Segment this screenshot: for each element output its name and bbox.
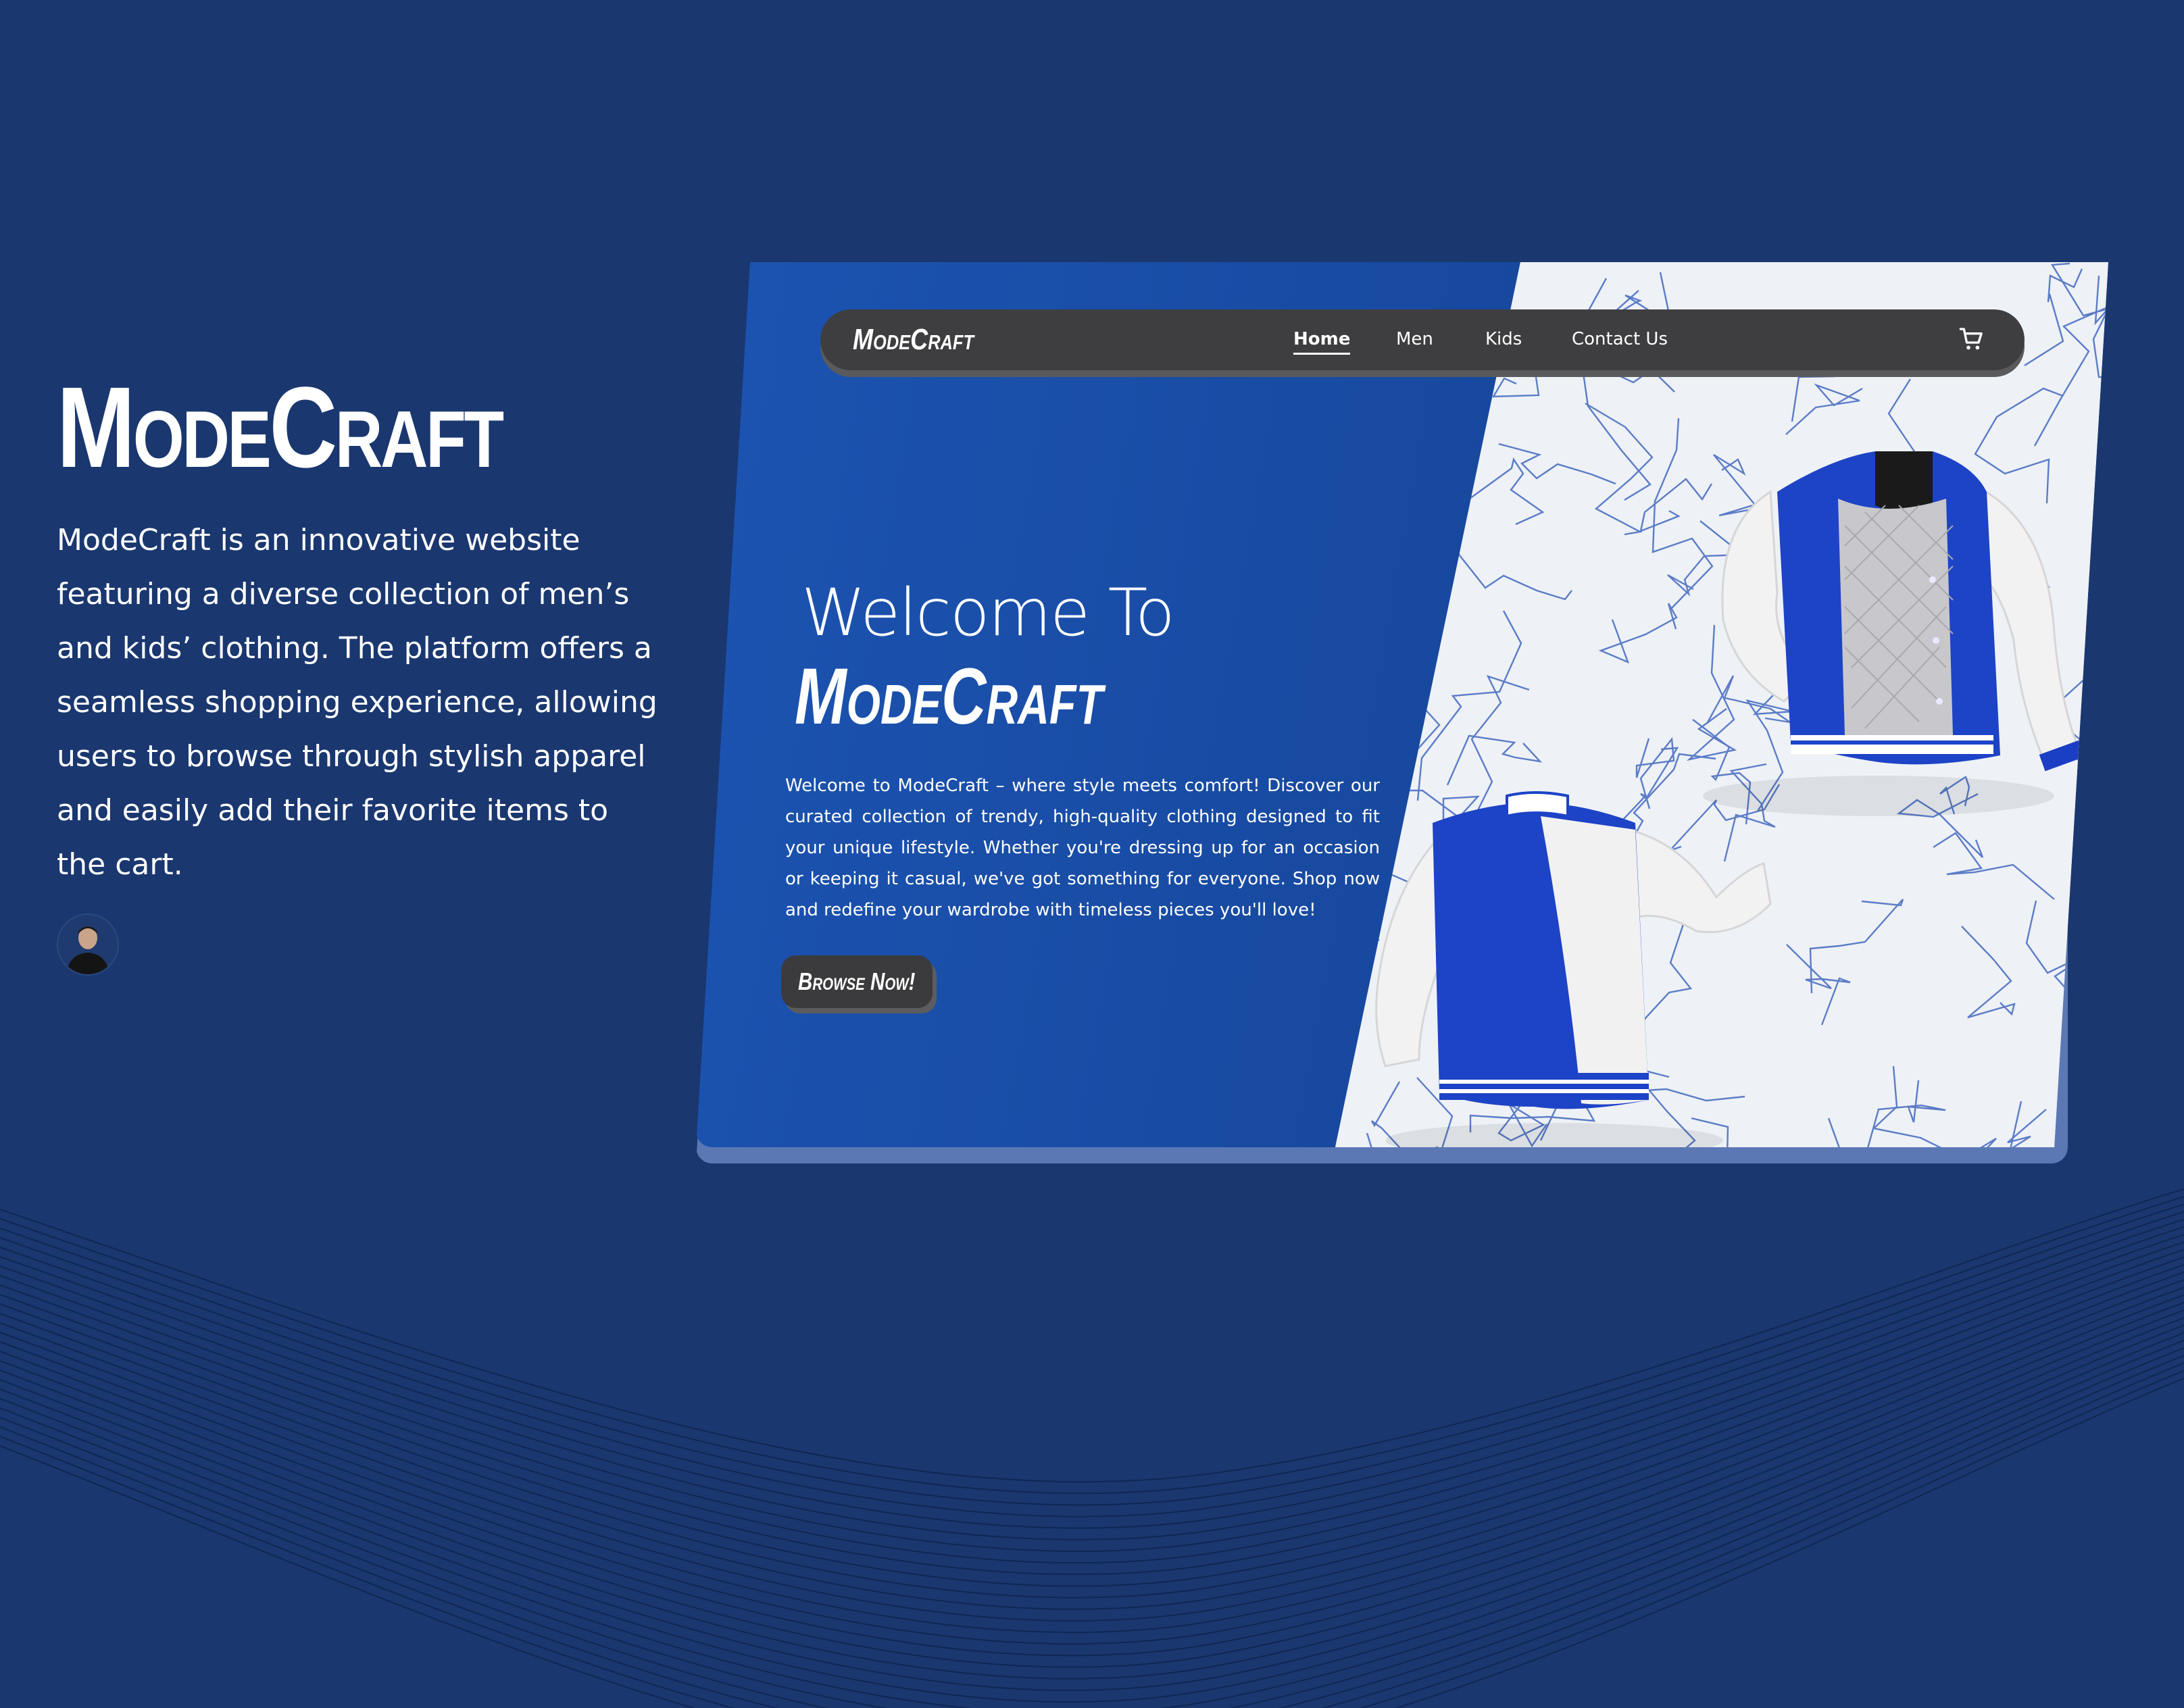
wave-line [0,1309,2184,1668]
cart-icon[interactable] [1958,326,1985,353]
wave-line [0,1362,2184,1708]
nav-link-contact-us[interactable]: Contact Us [1572,327,1668,351]
wave-line [0,1302,2184,1657]
navbar: ModeCraft Home Men Kids Contact Us [820,309,2025,370]
wave-line [0,1317,2184,1680]
wave-line [0,1241,2184,1564]
hero-description: Welcome to ModeCraft – where style meets… [785,776,1380,920]
wave-line [0,1203,2184,1506]
wave-line [0,1340,2184,1708]
wave-line [0,1347,2184,1708]
browse-now-label: Browse Now! [798,968,916,995]
wave-line [0,1272,2184,1610]
wave-line [0,1332,2184,1703]
wave-line [0,1279,2184,1622]
hero-brand-heading: ModeCraft [795,652,1103,741]
nav-link-men[interactable]: Men [1396,327,1433,351]
marble-vein [2087,752,2108,895]
wave-line [0,1226,2184,1540]
wave-line [0,1256,2184,1587]
wave-line [0,1264,2184,1599]
wave-line [0,1218,2184,1529]
wave-line [0,1324,2184,1691]
hero-welcome-heading: Welcome To [801,575,1175,651]
wave-line [0,1211,2184,1517]
wave-line [0,1188,2184,1483]
wave-line [0,1234,2184,1553]
person-avatar-icon[interactable] [57,913,119,976]
nav-logo[interactable]: ModeCraft [853,322,974,358]
wave-line [0,1196,2184,1494]
wave-line [0,1249,2184,1576]
nav-link-kids[interactable]: Kids [1485,327,1522,351]
marble-vein [2081,962,2108,1082]
nav-link-home[interactable]: Home [1293,327,1351,355]
wave-line [0,1286,2184,1634]
wave-line [0,1355,2184,1708]
wave-line [0,1294,2184,1645]
wave-line [0,1370,2184,1708]
browse-now-button[interactable]: Browse Now! [781,955,933,1008]
intro-description: ModeCraft is an innovative website featu… [57,523,657,882]
intro-title: ModeCraft [57,363,504,492]
wave-line [0,1378,2184,1708]
